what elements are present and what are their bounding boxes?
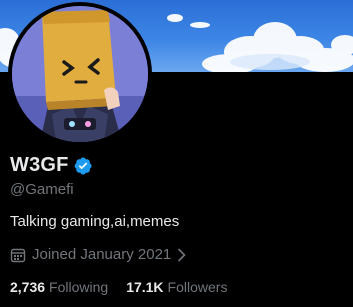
display-name-row: W3GF	[10, 154, 93, 177]
following-count: 2,736	[10, 279, 46, 295]
following-link[interactable]: 2,736 Following	[10, 279, 108, 295]
chevron-right-icon	[178, 248, 186, 261]
follow-stats: 2,736 Following 17.1K Followers	[10, 279, 227, 295]
joined-label: Joined January 2021	[32, 246, 172, 263]
calendar-icon	[10, 248, 26, 262]
followers-count: 17.1K	[126, 279, 164, 295]
joined-date[interactable]: Joined January 2021	[10, 246, 187, 263]
avatar-image	[12, 6, 148, 142]
followers-link[interactable]: 17.1K Followers	[126, 279, 227, 295]
profile-avatar[interactable]	[8, 2, 152, 146]
followers-label: Followers	[167, 279, 228, 295]
verified-badge-icon[interactable]	[73, 156, 93, 176]
profile-handle: @Gamefi	[10, 181, 74, 198]
display-name: W3GF	[10, 154, 69, 176]
profile-bio: Talking gaming,ai,memes	[10, 213, 180, 230]
following-label: Following	[49, 279, 109, 295]
